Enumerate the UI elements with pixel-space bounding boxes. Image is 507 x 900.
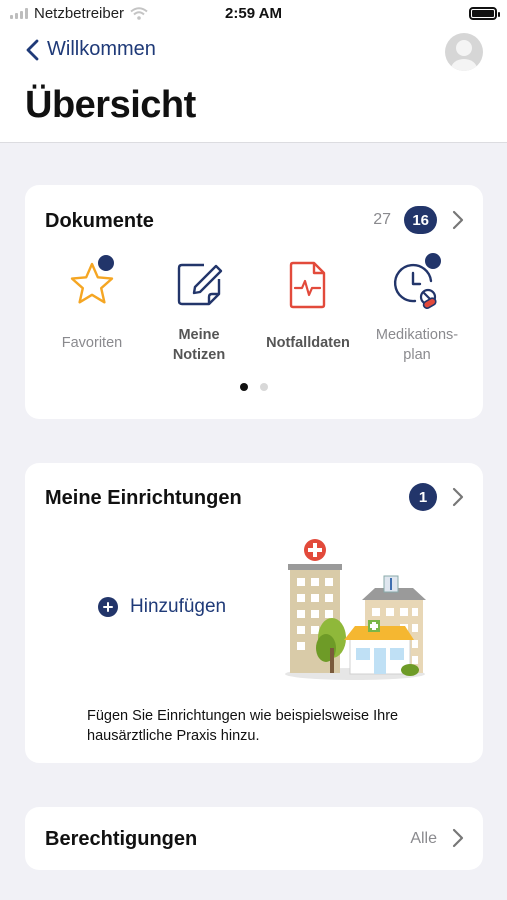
back-button[interactable]: Willkommen xyxy=(25,38,156,61)
avatar[interactable] xyxy=(445,33,483,71)
status-bar: Netzbetreiber 2:59 AM xyxy=(0,0,507,28)
facilities-illustration xyxy=(285,539,426,680)
doc-item-emergency[interactable]: Notfalldaten xyxy=(253,255,363,353)
back-label: Willkommen xyxy=(47,38,156,60)
doc-item-label: Favoriten xyxy=(61,335,123,351)
doc-item-medication[interactable]: Medikations- plan xyxy=(362,251,472,365)
add-facility-button[interactable]: Hinzufügen xyxy=(98,596,226,618)
page-title: Übersicht xyxy=(25,84,196,126)
facilities-title: Meine Einrichtungen xyxy=(45,487,242,509)
chevron-right-icon[interactable] xyxy=(451,210,465,230)
documents-title: Dokumente xyxy=(45,210,154,232)
permissions-title: Berechtigungen xyxy=(45,828,198,850)
documents-card[interactable]: Dokumente 27 16 Favoriten Meine Notizen xyxy=(25,185,483,419)
page-indicator[interactable] xyxy=(25,383,483,391)
doc-item-label: Medikations- plan xyxy=(375,327,459,363)
doc-item-favorites[interactable]: Favoriten xyxy=(37,253,147,353)
doc-item-label: Meine Notizen xyxy=(172,327,226,363)
chevron-right-icon[interactable] xyxy=(451,487,465,507)
nav-header: Willkommen Übersicht xyxy=(0,28,507,143)
facilities-badge: 1 xyxy=(409,483,437,511)
notification-dot xyxy=(423,251,443,271)
battery-icon xyxy=(469,7,500,20)
documents-count: 27 xyxy=(373,211,391,228)
page-dot-active xyxy=(240,383,248,391)
clock: 2:59 AM xyxy=(225,5,282,22)
chevron-right-icon[interactable] xyxy=(451,828,465,848)
emergency-document-icon xyxy=(289,261,326,309)
add-facility-label: Hinzufügen xyxy=(130,596,227,617)
doc-item-notes[interactable]: Meine Notizen xyxy=(144,255,254,365)
permissions-card[interactable]: Berechtigungen Alle xyxy=(25,807,483,870)
permissions-filter: Alle xyxy=(410,830,437,847)
chevron-left-icon xyxy=(26,39,39,60)
notification-dot xyxy=(96,253,116,273)
documents-badge: 16 xyxy=(404,206,437,234)
user-icon xyxy=(451,40,477,71)
facilities-card[interactable]: Meine Einrichtungen 1 Hinzufügen Fügen S… xyxy=(25,463,483,763)
facilities-hint: Fügen Sie Einrichtungen wie beispielswei… xyxy=(87,708,399,744)
plus-circle-icon xyxy=(98,597,118,617)
page-dot xyxy=(260,383,268,391)
note-edit-icon xyxy=(177,263,223,306)
doc-item-label: Notfalldaten xyxy=(266,335,350,351)
